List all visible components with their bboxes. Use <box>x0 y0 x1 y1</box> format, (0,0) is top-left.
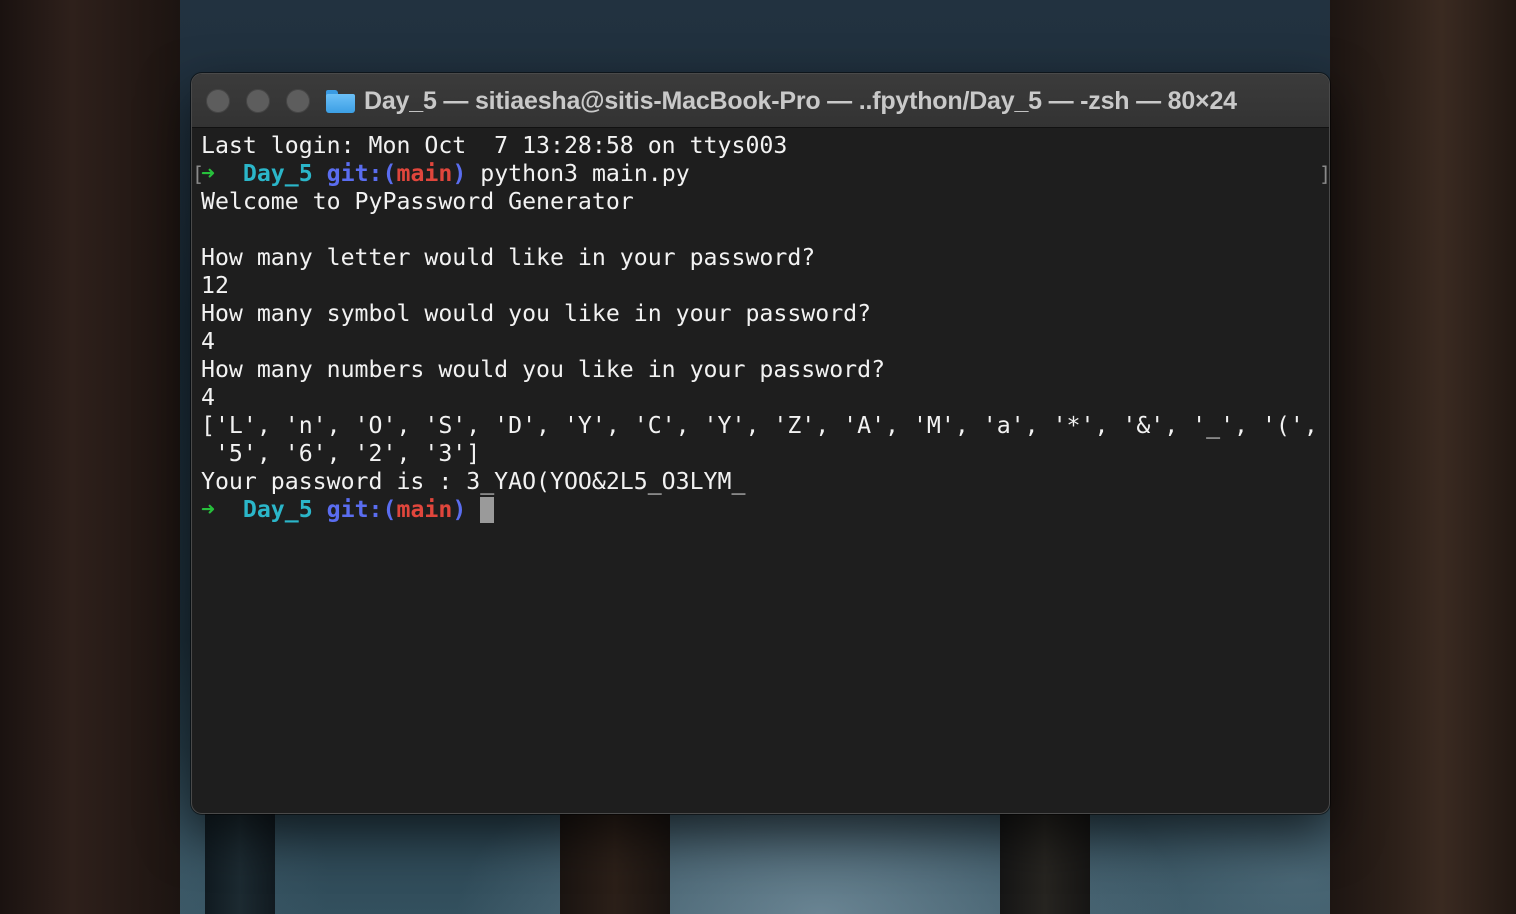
folder-icon <box>326 89 355 113</box>
output-line: Welcome to PyPassword Generator <box>201 188 634 215</box>
prompt-git-close: ) <box>452 160 467 187</box>
last-login-line: Last login: Mon Oct 7 13:28:58 on ttys00… <box>201 132 788 159</box>
command-text: python3 main.py <box>480 160 690 187</box>
minimize-button[interactable] <box>246 89 270 113</box>
password-result-line: Your password is : 3_YAO(YOO&2L5_O3LYM_ <box>201 468 746 495</box>
prompt-directory: Day_5 <box>242 496 313 523</box>
tree-trunk-right <box>1330 0 1516 914</box>
close-button[interactable] <box>206 89 230 113</box>
output-line: How many numbers would you like in your … <box>201 356 886 383</box>
active-prompt-line[interactable]: ➜ Day_5 git:(main) <box>201 496 1321 524</box>
prompt-git-label: git:( <box>326 160 397 187</box>
prompt-branch: main <box>396 496 453 523</box>
prompt-arrow-icon: ➜ <box>201 496 215 523</box>
output-line: 4 <box>201 384 215 411</box>
title-bar[interactable]: Day_5 — sitiaesha@sitis-MacBook-Pro — ..… <box>192 74 1329 128</box>
prompt-branch: main <box>396 160 453 187</box>
window-title-group: Day_5 — sitiaesha@sitis-MacBook-Pro — ..… <box>326 74 1237 128</box>
zoom-button[interactable] <box>286 89 310 113</box>
terminal-content[interactable]: Last login: Mon Oct 7 13:28:58 on ttys00… <box>201 132 1321 524</box>
output-line: 4 <box>201 328 215 355</box>
window-title: Day_5 — sitiaesha@sitis-MacBook-Pro — ..… <box>364 86 1237 115</box>
output-line: 12 <box>201 272 229 299</box>
output-line: How many symbol would you like in your p… <box>201 300 872 327</box>
text-cursor[interactable] <box>480 497 495 523</box>
prompt-git-label: git:( <box>326 496 397 523</box>
prompt-arrow-icon: ➜ <box>201 160 215 187</box>
output-line: ['L', 'n', 'O', 'S', 'D', 'Y', 'C', 'Y',… <box>201 412 1318 439</box>
output-line: '5', '6', '2', '3'] <box>201 440 481 467</box>
output-line: How many letter would like in your passw… <box>201 244 816 271</box>
tree-trunk-left <box>0 0 180 914</box>
terminal-window[interactable]: Day_5 — sitiaesha@sitis-MacBook-Pro — ..… <box>191 73 1330 814</box>
prompt-git-close: ) <box>452 496 467 523</box>
command-prompt-line: ➜ Day_5 git:(main) python3 main.py <box>201 160 1321 188</box>
prompt-directory: Day_5 <box>242 160 313 187</box>
